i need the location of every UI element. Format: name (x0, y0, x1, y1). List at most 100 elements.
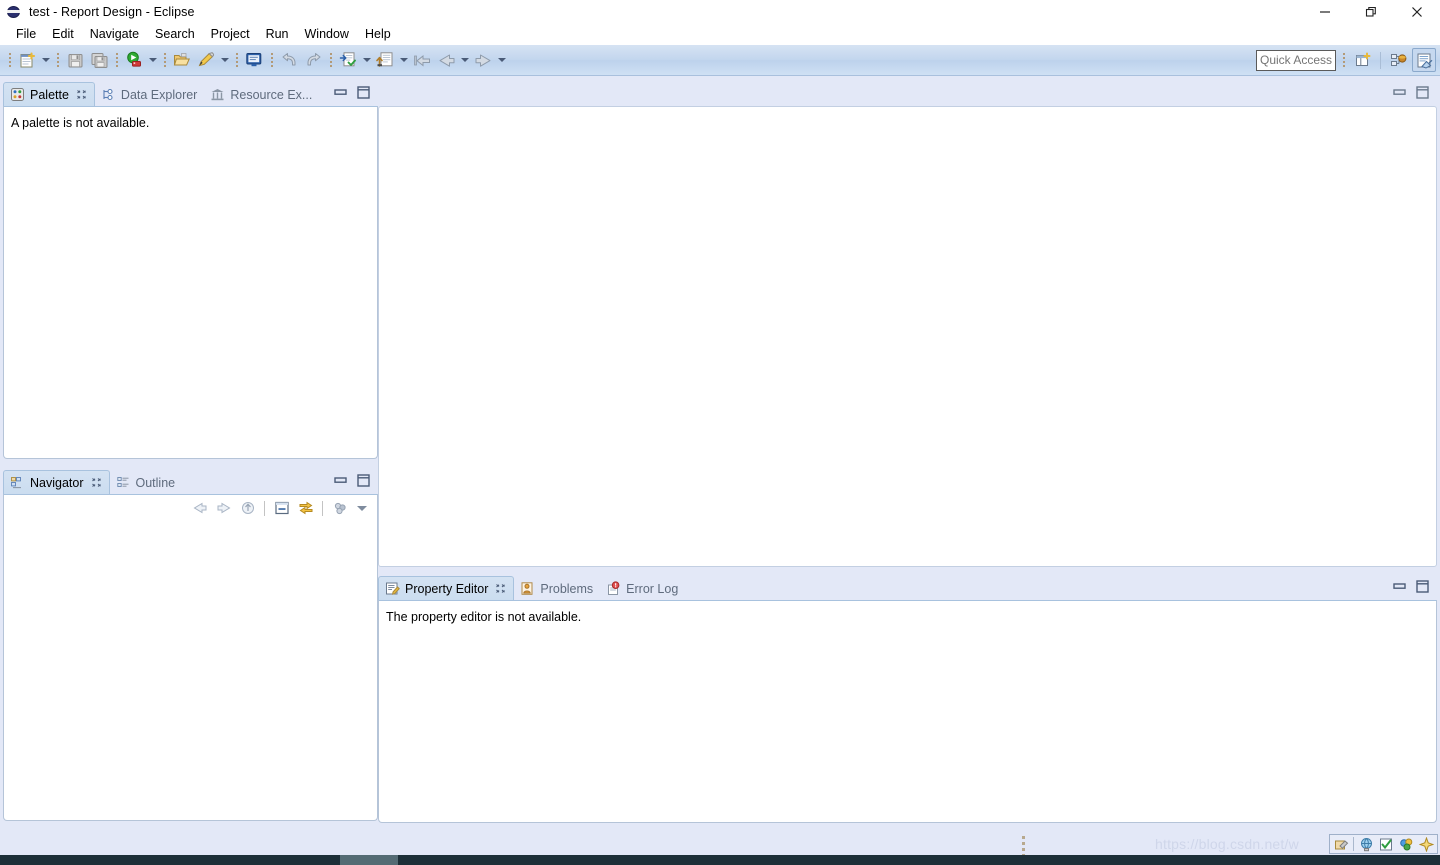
workbench-area: Palette Data Explorer Resource Ex... A p… (0, 78, 1440, 833)
window-title: test - Report Design - Eclipse (29, 4, 195, 19)
navigator-toolbar-separator-1 (264, 500, 265, 516)
status-bar-grip[interactable] (1022, 836, 1025, 857)
tab-palette[interactable]: Palette (3, 82, 95, 106)
forward-dropdown-icon[interactable] (495, 48, 508, 72)
undo-icon[interactable] (277, 48, 301, 72)
quick-access-grip[interactable] (1340, 49, 1348, 71)
toolbar-grip-7[interactable] (327, 49, 334, 71)
new-report-dropdown-icon[interactable] (39, 48, 52, 72)
back-arrow-icon[interactable] (434, 48, 458, 72)
import-icon[interactable] (373, 48, 397, 72)
status-globe-icon[interactable] (1356, 835, 1376, 853)
open-perspective-icon[interactable] (1351, 48, 1375, 72)
menu-window[interactable]: Window (297, 25, 357, 43)
menu-edit[interactable]: Edit (44, 25, 82, 43)
collapse-all-icon[interactable] (271, 498, 292, 519)
tab-problems[interactable]: Problems (514, 577, 600, 600)
back-navigation-icon[interactable] (189, 498, 210, 519)
preview-pen-icon[interactable] (194, 48, 218, 72)
tab-property-editor-label: Property Editor (405, 581, 489, 596)
menu-project[interactable]: Project (203, 25, 258, 43)
preview-dropdown-icon[interactable] (218, 48, 231, 72)
menu-navigate[interactable]: Navigate (82, 25, 147, 43)
quick-access-input[interactable] (1256, 49, 1336, 71)
save-icon[interactable] (63, 48, 87, 72)
os-taskbar (0, 855, 1440, 865)
new-report-icon[interactable] (15, 48, 39, 72)
property-editor-view-part: Property Editor Problems Error Log The p… (378, 575, 1437, 833)
menu-run[interactable]: Run (258, 25, 297, 43)
status-palette-icon[interactable] (1396, 835, 1416, 853)
toolbar-grip-4[interactable] (161, 49, 168, 71)
navigator-view-toolbar (4, 495, 377, 521)
maximize-editor-button[interactable] (1416, 86, 1429, 99)
close-icon[interactable] (495, 583, 506, 594)
outline-icon (116, 475, 131, 490)
perspective-java-icon[interactable] (1386, 48, 1410, 72)
tab-resource-explorer[interactable]: Resource Ex... (204, 83, 319, 106)
maximize-property-editor-button[interactable] (1416, 580, 1429, 593)
redo-icon[interactable] (301, 48, 325, 72)
tab-property-editor[interactable]: Property Editor (378, 576, 515, 600)
view-menu-chevron-icon[interactable] (353, 498, 371, 519)
close-icon[interactable] (91, 477, 102, 488)
toolbar-grip[interactable] (6, 49, 13, 71)
right-sash[interactable] (378, 567, 1437, 575)
minimize-navigator-button[interactable] (334, 476, 347, 485)
link-with-editor-icon[interactable] (295, 498, 316, 519)
navigator-body (3, 494, 378, 821)
tab-data-explorer[interactable]: Data Explorer (95, 83, 204, 106)
menu-search[interactable]: Search (147, 25, 203, 43)
run-dropdown-icon[interactable] (146, 48, 159, 72)
up-to-parent-icon[interactable] (237, 498, 258, 519)
export-icon[interactable] (336, 48, 360, 72)
close-icon[interactable] (76, 89, 87, 100)
import-dropdown-icon[interactable] (397, 48, 410, 72)
left-sash[interactable] (3, 459, 378, 469)
maximize-navigator-button[interactable] (357, 474, 370, 487)
taskbar-active-item[interactable] (340, 855, 398, 865)
toolbar-grip-5[interactable] (233, 49, 240, 71)
perspective-report-design-icon[interactable] (1412, 48, 1436, 72)
maximize-palette-button[interactable] (357, 86, 370, 99)
save-all-icon[interactable] (87, 48, 111, 72)
close-button[interactable] (1394, 0, 1440, 23)
tab-outline-label: Outline (135, 475, 176, 490)
export-dropdown-icon[interactable] (360, 48, 373, 72)
tab-palette-label: Palette (30, 87, 69, 102)
editor-tab-strip (378, 81, 1437, 106)
toolbar-grip-3[interactable] (113, 49, 120, 71)
navigator-part-controls (326, 471, 378, 494)
toolbar-grip-6[interactable] (268, 49, 275, 71)
status-compass-icon[interactable] (1416, 835, 1436, 853)
window-title-bar: test - Report Design - Eclipse (0, 0, 1440, 23)
back-dropdown-icon[interactable] (458, 48, 471, 72)
minimize-editor-button[interactable] (1393, 88, 1406, 97)
minimize-palette-button[interactable] (334, 88, 347, 97)
open-folder-icon[interactable] (170, 48, 194, 72)
navigator-toolbar-separator-2 (322, 500, 323, 516)
view-menu-filter-icon[interactable] (329, 498, 350, 519)
status-validate-icon[interactable] (1376, 835, 1396, 853)
error-log-icon (606, 581, 621, 596)
status-bar-icons (1329, 834, 1438, 854)
menu-file[interactable]: File (8, 25, 44, 43)
tab-navigator[interactable]: Navigator (3, 470, 110, 494)
menu-help[interactable]: Help (357, 25, 399, 43)
status-build-icon[interactable] (1331, 835, 1351, 853)
toolbar-grip-2[interactable] (54, 49, 61, 71)
back-history-icon[interactable] (410, 48, 434, 72)
monitor-icon[interactable] (242, 48, 266, 72)
quick-access-area (1256, 49, 1348, 71)
editor-surface[interactable] (378, 106, 1437, 567)
forward-arrow-icon[interactable] (471, 48, 495, 72)
run-icon[interactable] (122, 48, 146, 72)
tab-data-explorer-label: Data Explorer (120, 87, 198, 102)
tab-outline[interactable]: Outline (110, 471, 183, 494)
status-icon-separator (1353, 837, 1354, 851)
restore-button[interactable] (1348, 0, 1394, 23)
tab-error-log[interactable]: Error Log (600, 577, 685, 600)
minimize-property-editor-button[interactable] (1393, 582, 1406, 591)
minimize-button[interactable] (1302, 0, 1348, 23)
forward-navigation-icon[interactable] (213, 498, 234, 519)
